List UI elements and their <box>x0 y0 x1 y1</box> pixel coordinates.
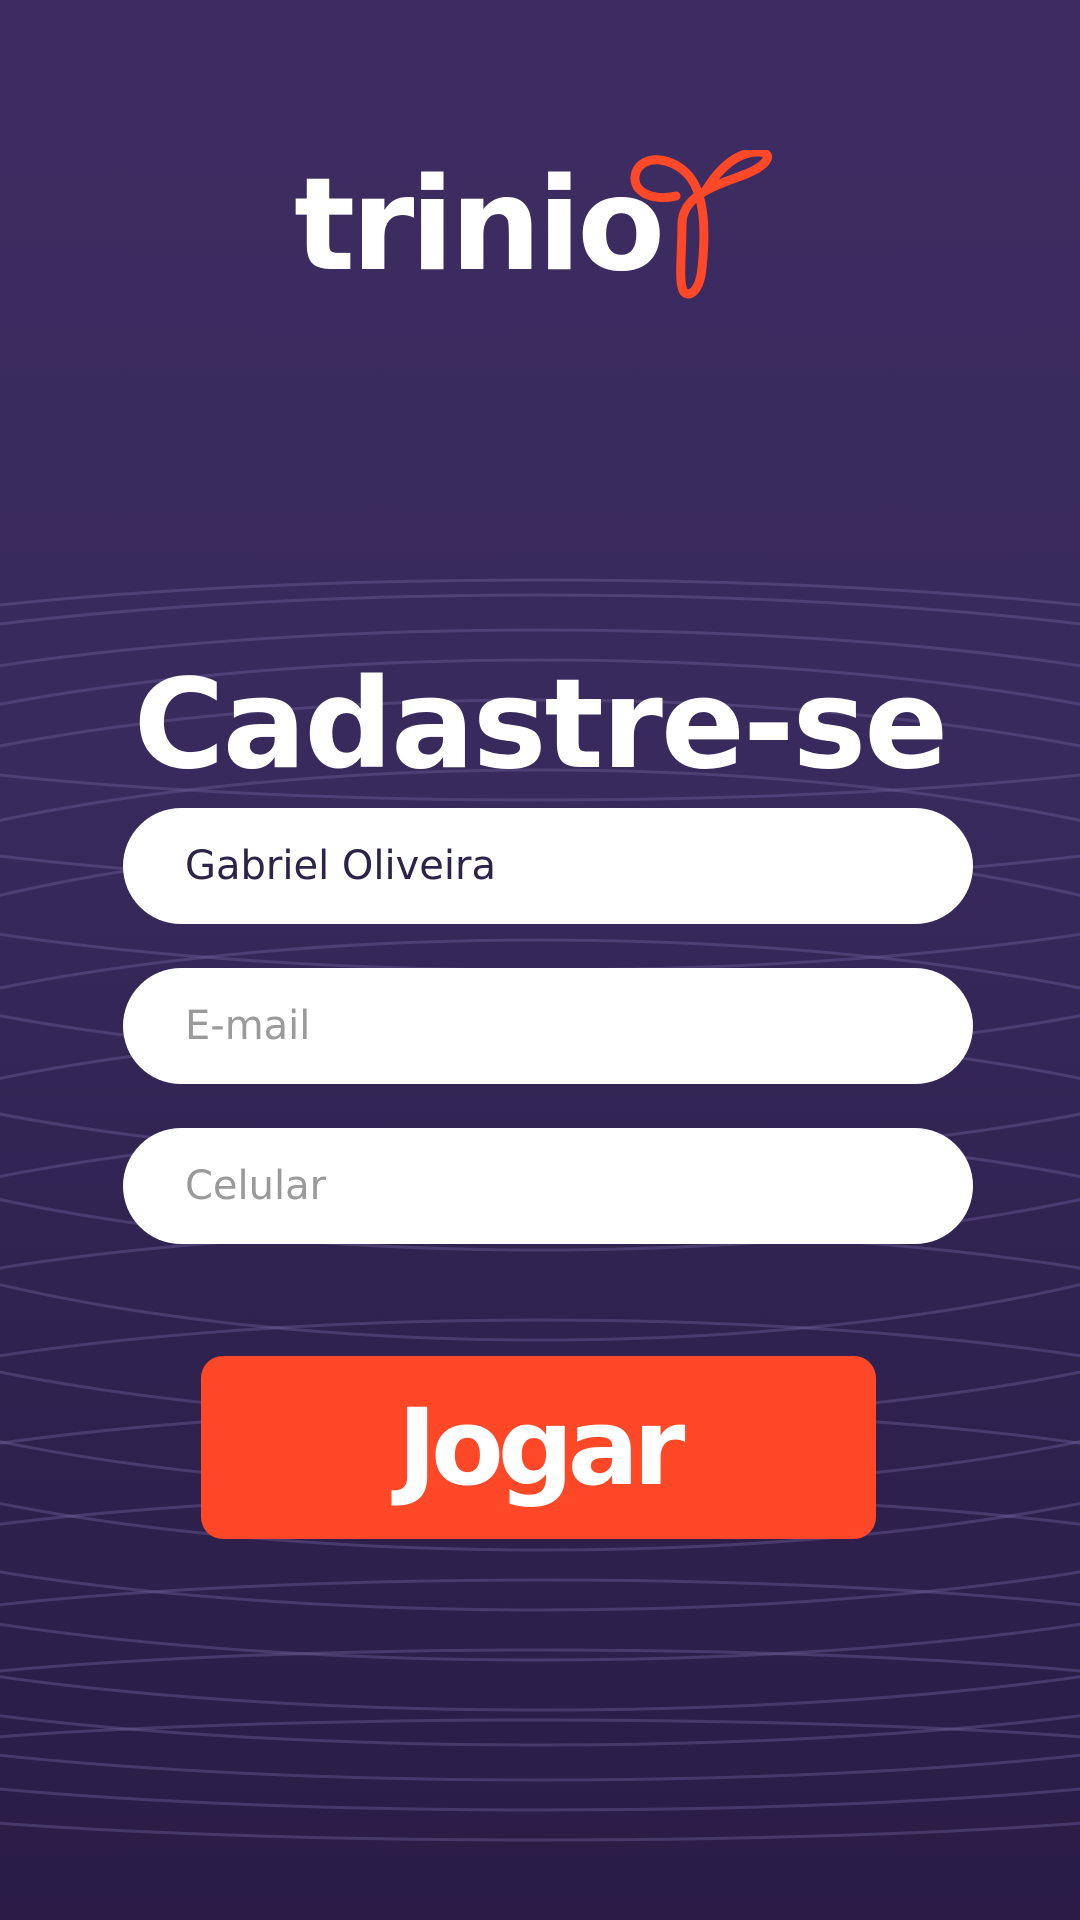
page-title: Cadastre-se <box>133 653 949 798</box>
brand-wordmark: trinio <box>294 151 665 300</box>
trinio-ribbon-t-icon <box>630 150 773 299</box>
name-input[interactable] <box>185 843 911 889</box>
play-button[interactable]: Jogar <box>201 1356 876 1539</box>
phone-field[interactable] <box>123 1128 973 1244</box>
phone-input[interactable] <box>185 1163 911 1209</box>
name-field[interactable] <box>123 808 973 924</box>
email-input[interactable] <box>185 1003 911 1049</box>
email-field[interactable] <box>123 968 973 1084</box>
trinio-logo: trinio <box>290 150 790 310</box>
signup-screen: trinio Cadastre-se Jogar <box>0 0 1080 1920</box>
